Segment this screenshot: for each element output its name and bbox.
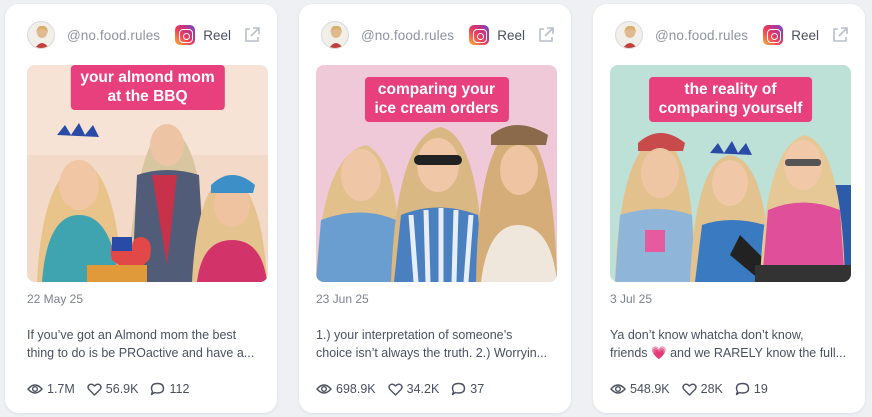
eye-icon (610, 384, 626, 394)
thumbnail-caption: comparing your ice cream orders (364, 77, 509, 122)
post-stats: 548.9K 28K 19 (610, 380, 780, 398)
comments-stat: 112 (150, 382, 189, 396)
eye-icon (27, 384, 43, 394)
caption-line: comparing yourself (658, 100, 803, 117)
likes-stat: 56.9K (87, 382, 139, 396)
description-line: choice isn’t always the truth. 2.) Worry… (316, 346, 548, 360)
description-line: 1.) your interpretation of someone’s (316, 328, 513, 342)
likes-count: 34.2K (406, 382, 440, 396)
card-header: @no.food.rules Reel (593, 18, 865, 52)
description-text: and we RARELY know the full... (670, 346, 847, 360)
post-date: 23 Jun 25 (316, 292, 369, 306)
comment-icon (151, 382, 165, 396)
post-thumbnail[interactable]: the reality of comparing yourself (610, 65, 851, 282)
caption-line: ice cream orders (374, 100, 499, 117)
external-link-icon[interactable] (537, 26, 555, 44)
views-stat: 1.7M (27, 382, 75, 396)
post-card[interactable]: @no.food.rules Reel (593, 4, 865, 413)
comments-stat: 19 (735, 382, 768, 396)
views-count: 548.9K (630, 382, 670, 396)
avatar[interactable] (321, 21, 349, 49)
post-date: 22 May 25 (27, 292, 84, 306)
views-count: 698.9K (336, 382, 376, 396)
views-stat: 698.9K (316, 382, 376, 396)
caption-line: comparing your (377, 81, 496, 98)
post-thumbnail[interactable]: comparing your ice cream orders (316, 65, 557, 282)
comment-icon (735, 382, 750, 396)
post-type-label: Reel (791, 27, 819, 43)
thumbnail-caption: the reality of comparing yourself (648, 77, 813, 122)
instagram-icon (763, 25, 784, 45)
post-thumbnail[interactable]: your almond mom at the BBQ (27, 65, 268, 282)
card-header: @no.food.rules Reel (299, 18, 571, 52)
description-line: If you’ve got an Almond mom the best (27, 328, 237, 342)
description-text: friends (610, 346, 648, 360)
likes-count: 56.9K (105, 382, 139, 396)
post-description: Ya don’t know whatcha don’t know, friend… (610, 326, 849, 362)
description-line: thing to do is be PROactive and have a..… (27, 346, 255, 360)
heart-icon (387, 383, 403, 396)
post-type-label: Reel (497, 27, 525, 43)
heart-icon (87, 383, 102, 396)
instagram-icon (469, 25, 490, 45)
description-line: friends 💗 and we RARELY know the full... (610, 344, 849, 362)
avatar[interactable] (615, 21, 643, 49)
comments-count: 112 (169, 382, 190, 396)
comments-count: 19 (753, 382, 768, 396)
post-stats: 1.7M 56.9K 112 (27, 380, 201, 398)
post-type-label: Reel (203, 27, 231, 43)
views-count: 1.7M (47, 382, 75, 396)
likes-stat: 28K (681, 382, 723, 396)
post-description: If you’ve got an Almond mom the best thi… (27, 326, 261, 362)
thumbnail-caption: your almond mom at the BBQ (70, 65, 225, 110)
account-handle[interactable]: @no.food.rules (67, 28, 175, 43)
eye-icon (316, 384, 332, 394)
views-stat: 548.9K (610, 382, 670, 396)
post-card[interactable]: @no.food.rules Reel comparing your ice c… (299, 4, 571, 413)
caption-line: at the BBQ (107, 88, 188, 105)
comment-icon (452, 382, 466, 396)
post-date: 3 Jul 25 (610, 292, 653, 306)
comments-count: 37 (470, 382, 485, 396)
heart-icon (681, 383, 697, 396)
card-header: @no.food.rules Reel (5, 18, 277, 52)
description-line: Ya don’t know whatcha don’t know, (610, 328, 804, 342)
post-description: 1.) your interpretation of someone’s cho… (316, 326, 555, 362)
likes-count: 28K (700, 382, 723, 396)
comments-stat: 37 (451, 382, 484, 396)
account-handle[interactable]: @no.food.rules (655, 28, 763, 43)
avatar[interactable] (27, 21, 55, 49)
caption-line: the reality of (684, 81, 777, 98)
external-link-icon[interactable] (243, 26, 261, 44)
pink-heart-emoji: 💗 (651, 346, 667, 360)
instagram-icon (175, 25, 196, 45)
likes-stat: 34.2K (387, 382, 440, 396)
post-stats: 698.9K 34.2K 37 (316, 380, 496, 398)
post-card[interactable]: @no.food.rules Reel (5, 4, 277, 413)
external-link-icon[interactable] (831, 26, 849, 44)
account-handle[interactable]: @no.food.rules (361, 28, 469, 43)
caption-line: your almond mom (80, 69, 215, 86)
